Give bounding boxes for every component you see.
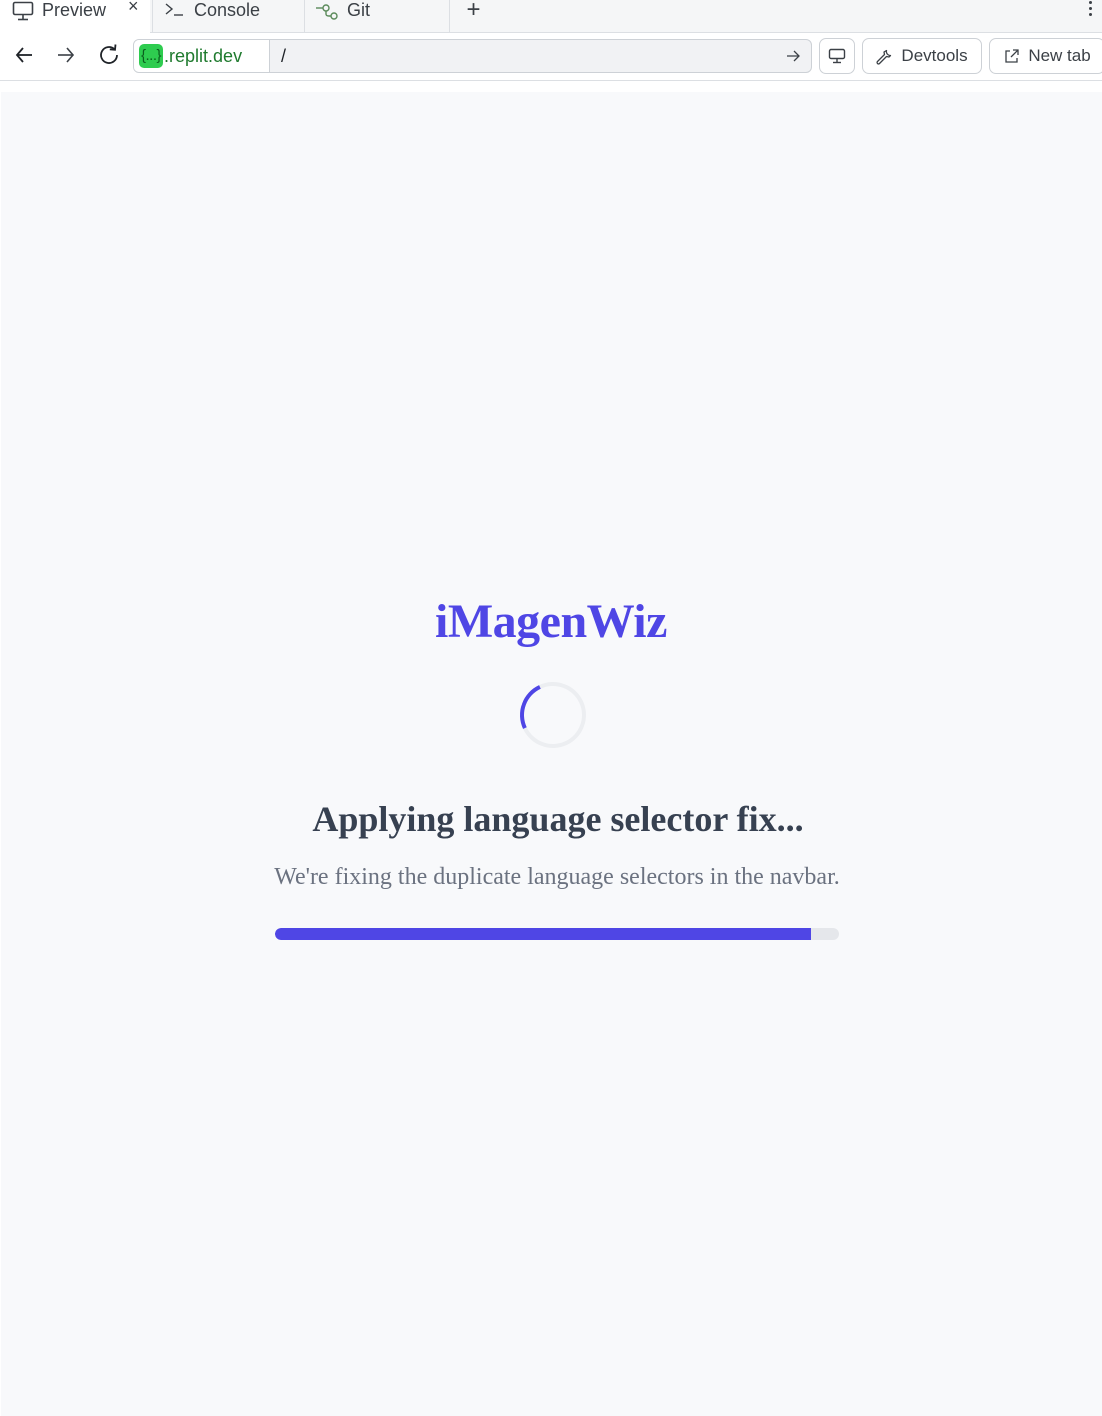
tab-console-label: Console [194, 0, 261, 20]
forward-button[interactable] [52, 41, 80, 69]
arrow-right-icon [58, 47, 75, 63]
address-toolbar: {...} .replit.dev / Devtools New tab [0, 33, 1102, 81]
add-tab-button[interactable]: + [449, 0, 497, 32]
url-domain: .replit.dev [164, 45, 243, 66]
more-options-icon[interactable] [1084, 0, 1096, 22]
devtools-button[interactable]: Devtools [862, 38, 982, 74]
git-branch-icon [316, 4, 338, 20]
progress-bar-fill [275, 928, 811, 940]
terminal-icon [165, 3, 183, 16]
url-host-pill: {...} [139, 44, 164, 68]
reload-button[interactable] [95, 41, 123, 69]
wrench-icon [876, 49, 892, 65]
loading-subtext: We're fixing the duplicate language sele… [274, 864, 840, 890]
monitor-icon [828, 48, 846, 64]
close-icon[interactable]: × [128, 0, 139, 17]
back-button[interactable] [10, 41, 38, 69]
preview-viewport [1, 92, 1102, 1416]
url-host: {...} .replit.dev [134, 40, 270, 72]
url-bar[interactable]: {...} .replit.dev / [133, 39, 812, 73]
plus-icon: + [466, 0, 481, 23]
go-arrow-icon[interactable] [785, 48, 801, 64]
devtools-label: Devtools [901, 46, 968, 65]
external-link-icon [1005, 48, 1019, 63]
tab-git[interactable]: Git [304, 0, 449, 32]
device-preview-button[interactable] [819, 38, 855, 74]
new-tab-button[interactable]: New tab [989, 38, 1102, 74]
arrow-left-icon [15, 47, 32, 63]
tab-git-label: Git [347, 0, 371, 20]
progress-bar [275, 928, 839, 940]
tab-preview[interactable]: Preview × [0, 0, 150, 33]
url-path-input[interactable]: / [281, 46, 286, 67]
tab-console[interactable]: Console [152, 0, 304, 32]
tab-preview-label: Preview [42, 0, 107, 20]
reload-icon [100, 44, 118, 64]
monitor-icon [12, 1, 34, 20]
new-tab-label: New tab [1028, 46, 1091, 65]
brand-logo-text: iMagenWiz [435, 595, 667, 648]
loading-heading: Applying language selector fix... [312, 799, 804, 839]
tab-strip: Preview × Console Git + [0, 0, 1102, 33]
